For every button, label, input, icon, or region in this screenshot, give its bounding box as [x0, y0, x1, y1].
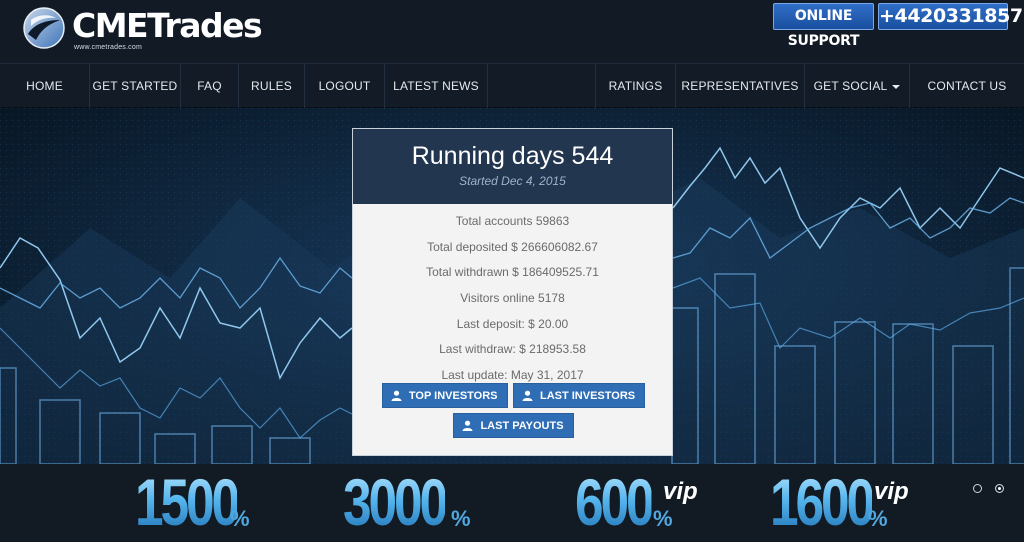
- nav-logout[interactable]: LOGOUT: [305, 64, 385, 108]
- stat-total-deposited: Total deposited $ 266606082.67: [427, 239, 598, 254]
- phone-button[interactable]: +442033185712: [878, 3, 1024, 30]
- promo-percent-sign: %: [230, 506, 250, 531]
- stats-list: Total accounts 59863 Total deposited $ 2…: [353, 204, 672, 389]
- started-date: Started Dec 4, 2015: [459, 174, 566, 188]
- promo-plan-4: 1600 % vip: [770, 466, 915, 538]
- nav-rules[interactable]: RULES: [239, 64, 305, 108]
- stat-total-accounts: Total accounts 59863: [455, 214, 570, 228]
- promo-plan-1: 1500 %: [135, 466, 255, 538]
- promo-vip-label: vip: [874, 478, 909, 505]
- stats-panel: Running days 544 Started Dec 4, 2015 Tot…: [352, 128, 673, 456]
- promo-vip-label: vip: [663, 478, 698, 505]
- online-support-button[interactable]: ONLINE SUPPORT: [773, 3, 874, 49]
- user-icon: [391, 390, 402, 401]
- stat-last-withdraw: Last withdraw: $ 218953.58: [439, 342, 586, 357]
- stats-header: Running days 544 Started Dec 4, 2015: [353, 129, 672, 204]
- main-nav: HOME GET STARTED FAQ RULES LOGOUT LATEST…: [0, 64, 1024, 108]
- nav-faq[interactable]: FAQ: [181, 64, 239, 108]
- last-investors-button[interactable]: LAST INVESTORS: [512, 383, 646, 408]
- user-icon: [462, 420, 473, 431]
- page: { "brand": {"name": "CMETrades", "url": …: [0, 0, 1024, 542]
- running-days-title: Running days 544: [411, 142, 614, 170]
- stat-total-withdrawn: Total withdrawn $ 186409525.71: [426, 265, 599, 280]
- logo-url: www.cmetrades.com: [74, 44, 142, 51]
- promo-percent-sign: %: [451, 506, 471, 531]
- nav-contact-us[interactable]: CONTACT US: [909, 64, 1024, 108]
- promo-percent-number: 1500: [135, 465, 240, 539]
- nav-get-started[interactable]: GET STARTED: [90, 64, 181, 108]
- promo-percent-number: 3000: [343, 465, 448, 539]
- stats-buttons-row-1: TOP INVESTORS LAST INVESTORS: [353, 383, 674, 408]
- logo[interactable]: CMETrades www.cmetrades.com: [22, 6, 263, 56]
- nav-get-social-label: GET SOCIAL: [813, 79, 888, 93]
- top-investors-label: TOP INVESTORS: [408, 390, 498, 402]
- slider-dot-1[interactable]: [973, 484, 982, 493]
- top-investors-button[interactable]: TOP INVESTORS: [381, 383, 508, 408]
- promo-percent-number: 600: [575, 465, 655, 539]
- last-payouts-label: LAST PAYOUTS: [480, 420, 564, 432]
- header: CMETrades www.cmetrades.com ONLINE SUPPO…: [0, 0, 1024, 64]
- user-icon: [522, 390, 533, 401]
- nav-latest-news[interactable]: LATEST NEWS: [385, 64, 488, 108]
- logo-text: CMETrades: [72, 6, 263, 45]
- slider-dot-2[interactable]: [995, 484, 1004, 493]
- promo-strip: 1500 % 3000 % 600 % vip 1600 % vip: [0, 464, 1024, 542]
- nav-ratings[interactable]: RATINGS: [595, 64, 675, 108]
- stat-last-deposit: Last deposit: $ 20.00: [456, 316, 569, 331]
- promo-plan-2: 3000 %: [343, 466, 473, 538]
- last-payouts-button[interactable]: LAST PAYOUTS: [453, 413, 574, 438]
- nav-representatives[interactable]: REPRESENTATIVES: [675, 64, 804, 108]
- caret-down-icon: [892, 84, 901, 89]
- nav-get-social[interactable]: GET SOCIAL: [804, 64, 909, 108]
- promo-plan-3: 600 % vip: [575, 466, 705, 538]
- stats-buttons-row-2: LAST PAYOUTS: [353, 413, 674, 438]
- promo-percent-sign: %: [868, 506, 888, 531]
- promo-percent-sign: %: [653, 506, 673, 531]
- stat-visitors-online: Visitors online 5178: [460, 291, 565, 306]
- logo-swirl-icon: [23, 7, 65, 49]
- nav-home[interactable]: HOME: [0, 64, 90, 108]
- last-investors-label: LAST INVESTORS: [539, 390, 636, 402]
- promo-percent-number: 1600: [770, 465, 875, 539]
